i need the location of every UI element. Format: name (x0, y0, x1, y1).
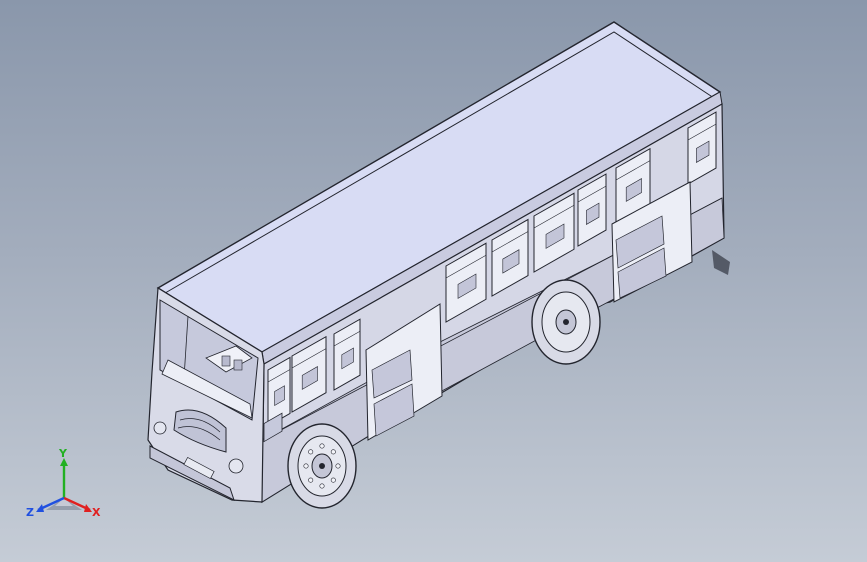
lug-nut (319, 443, 325, 449)
lug-nut (308, 477, 314, 483)
headlight-right (228, 458, 244, 474)
lug-nut (303, 463, 309, 469)
bus-model[interactable] (0, 0, 867, 562)
model-shadow (712, 250, 730, 275)
front-wheel (287, 423, 357, 509)
z-axis-label: Z (26, 506, 34, 519)
rear-wheel (531, 279, 601, 365)
headlight-left (153, 421, 167, 435)
model-viewport[interactable]: Y X Z (0, 0, 867, 562)
orientation-triad[interactable]: Y X Z (22, 448, 106, 522)
lug-nut (308, 449, 314, 455)
lug-nut (330, 477, 336, 483)
lug-nut (335, 463, 341, 469)
lug-nut (330, 449, 336, 455)
y-axis-label: Y (58, 448, 68, 460)
x-axis-label: X (92, 506, 101, 519)
lug-nut (319, 483, 325, 489)
